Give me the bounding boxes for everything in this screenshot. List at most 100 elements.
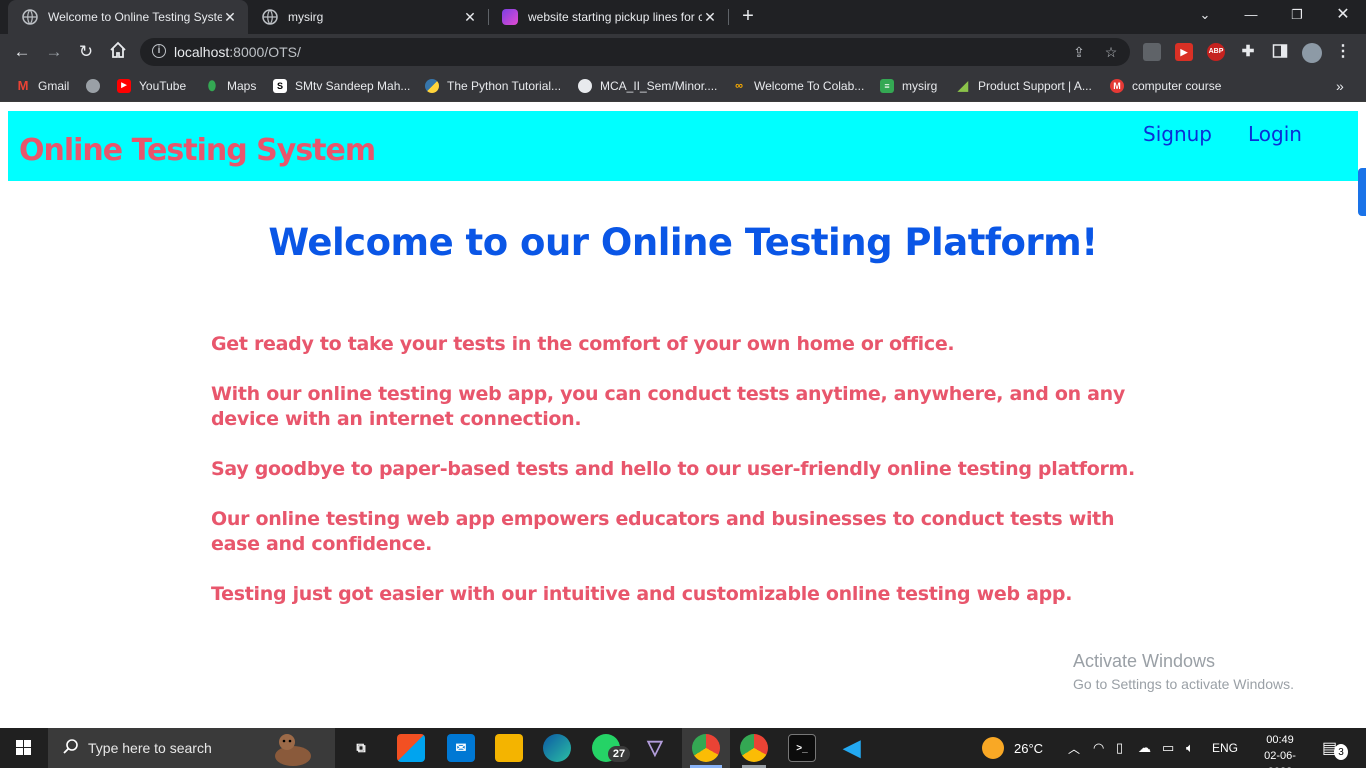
more-menu-icon[interactable]: ⋮: [1334, 43, 1352, 61]
notification-count: 3: [1334, 744, 1348, 760]
tab-mysirg[interactable]: mysirg ✕: [248, 0, 488, 34]
colab-icon: ∞: [735, 80, 743, 92]
address-bar[interactable]: i localhost:8000/OTS/ ⇪ ☆: [140, 38, 1130, 66]
reload-icon[interactable]: ↻: [75, 41, 97, 63]
s-logo-icon: S: [273, 79, 287, 93]
activate-windows-watermark: Activate Windows Go to Settings to activ…: [1073, 651, 1294, 692]
vscode-icon[interactable]: ◀: [838, 734, 866, 762]
forward-icon[interactable]: →: [43, 41, 65, 63]
tab-label: mysirg: [288, 10, 324, 24]
tab-label: Welcome to Online Testing Syste: [48, 10, 222, 24]
support-icon: ◢: [958, 78, 968, 93]
whatsapp-badge: 27: [608, 746, 630, 762]
youtube-icon: ▶: [117, 79, 131, 93]
python-icon: [425, 79, 439, 93]
bookmark-computer-course[interactable]: M computer course: [1110, 77, 1221, 95]
browser-tab-strip: Welcome to Online Testing Syste ✕ mysirg…: [0, 0, 1366, 34]
scrollbar-thumb[interactable]: [1358, 168, 1366, 216]
bookmark-gmail[interactable]: M Gmail: [16, 77, 70, 95]
bookmark-label: SMtv Sandeep Mah...: [295, 79, 411, 93]
adblock-icon[interactable]: ABP: [1207, 43, 1225, 61]
bookmark-label: mysirg: [902, 79, 938, 93]
site-brand[interactable]: Online Testing System: [19, 133, 376, 168]
bookmark-label: Gmail: [38, 79, 70, 93]
file-explorer-icon[interactable]: [495, 734, 523, 762]
cloud-icon[interactable]: ☁: [1138, 728, 1151, 768]
gmail-icon: M: [17, 78, 29, 93]
watermark-title: Activate Windows: [1073, 651, 1216, 671]
weather-widget[interactable]: 26°C: [982, 728, 1043, 768]
bookmark-label: Welcome To Colab...: [754, 79, 865, 93]
new-tab-button[interactable]: +: [737, 5, 759, 27]
tab-search-icon[interactable]: ⌄: [1182, 0, 1228, 30]
device-icon[interactable]: ▯: [1116, 728, 1123, 768]
task-view-icon[interactable]: ⧉: [347, 734, 375, 762]
battery-icon[interactable]: ▭: [1162, 728, 1174, 768]
bookmark-github[interactable]: MCA_II_Sem/Minor....: [578, 77, 717, 95]
language-indicator[interactable]: ENG: [1212, 728, 1238, 768]
bookmark-star-icon[interactable]: ☆: [1102, 43, 1120, 61]
site-header: Online Testing System Signup Login: [8, 111, 1358, 181]
maps-pin-icon: ⬮: [207, 78, 217, 93]
bookmark-product-support[interactable]: ◢ Product Support | A...: [956, 77, 1092, 95]
mail-icon[interactable]: ✉: [447, 734, 475, 762]
clock-time: 00:49: [1266, 734, 1294, 746]
bookmark-smtv[interactable]: S SMtv Sandeep Mah...: [273, 77, 410, 95]
vpn-icon[interactable]: ▽: [641, 734, 669, 762]
hero-heading: Welcome to our Online Testing Platform!: [268, 221, 1098, 264]
windows-logo-icon: [16, 740, 31, 755]
start-button[interactable]: [0, 728, 48, 768]
minimize-button[interactable]: —: [1228, 0, 1274, 30]
bookmark-label: Maps: [227, 79, 257, 93]
bookmark-colab[interactable]: ∞ Welcome To Colab...: [732, 77, 864, 95]
site-info-icon[interactable]: i: [152, 44, 166, 58]
wifi-icon[interactable]: ◠: [1093, 728, 1104, 768]
page-viewport: Online Testing System Signup Login Welco…: [0, 103, 1366, 728]
edge-icon[interactable]: [543, 734, 571, 762]
signup-link[interactable]: Signup: [1143, 122, 1212, 146]
home-icon[interactable]: [107, 41, 129, 63]
video-extension-icon[interactable]: ▶: [1175, 43, 1193, 61]
restore-button[interactable]: ❐: [1274, 0, 1320, 30]
bookmark-label: YouTube: [139, 79, 187, 93]
chrome-profile-icon[interactable]: [740, 734, 768, 762]
close-tab-icon[interactable]: ✕: [702, 9, 718, 26]
app-icon: [502, 9, 518, 25]
more-bookmarks-icon[interactable]: »: [1336, 77, 1344, 95]
tab-separator: [728, 9, 729, 25]
github-icon: [578, 79, 592, 93]
tab-pickup-lines[interactable]: website starting pickup lines for c ✕: [488, 0, 728, 34]
back-icon[interactable]: ←: [11, 41, 33, 63]
url-text: localhost:8000/OTS/: [174, 44, 301, 60]
login-link[interactable]: Login: [1248, 122, 1302, 146]
clock-date: 02-06-2023: [1264, 750, 1296, 778]
weather-icon: [982, 737, 1004, 759]
intro-paragraph: With our online testing web app, you can…: [211, 383, 1125, 430]
extensions-puzzle-icon[interactable]: ✚: [1239, 43, 1257, 61]
taskbar-search[interactable]: Type here to search: [48, 728, 335, 768]
side-panel-icon[interactable]: [1271, 43, 1289, 61]
bookmark-mysirg[interactable]: ≡ mysirg: [880, 77, 937, 95]
close-tab-icon[interactable]: ✕: [462, 9, 478, 26]
tray-chevron-icon[interactable]: ︿: [1068, 728, 1080, 768]
terminal-icon[interactable]: >_: [788, 734, 816, 762]
intro-paragraph: Say goodbye to paper-based tests and hel…: [211, 458, 1135, 480]
store-icon[interactable]: [397, 734, 425, 762]
globe-icon: [262, 9, 278, 25]
intro-paragraph: Testing just got easier with our intuiti…: [211, 583, 1073, 605]
bookmark-python[interactable]: The Python Tutorial...: [425, 77, 561, 95]
close-tab-icon[interactable]: ✕: [222, 9, 238, 26]
profile-avatar[interactable]: [1302, 43, 1322, 63]
bookmark-globe[interactable]: [86, 77, 108, 95]
tab-welcome[interactable]: Welcome to Online Testing Syste ✕: [8, 0, 248, 34]
taskbar-clock[interactable]: 00:49 02-06-2023: [1252, 732, 1308, 780]
extension-icon[interactable]: [1143, 43, 1161, 61]
close-window-button[interactable]: ✕: [1320, 0, 1366, 30]
share-icon[interactable]: ⇪: [1070, 43, 1088, 61]
sheet-icon: ≡: [880, 79, 894, 93]
bookmark-maps[interactable]: ⬮ Maps: [205, 77, 256, 95]
bookmark-label: The Python Tutorial...: [447, 79, 562, 93]
volume-icon[interactable]: 🔈︎: [1186, 728, 1194, 768]
chrome-icon[interactable]: [692, 734, 720, 762]
bookmark-youtube[interactable]: ▶ YouTube: [117, 77, 186, 95]
